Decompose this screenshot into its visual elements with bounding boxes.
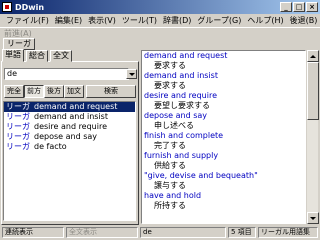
status-count: 5 項目 <box>228 227 256 238</box>
entry-definition: 完了する <box>154 141 186 150</box>
search-history-dropdown[interactable] <box>126 69 137 79</box>
scroll-down-button[interactable] <box>307 212 319 224</box>
close-button[interactable]: × <box>306 2 318 12</box>
entry-headword[interactable]: depose and say <box>142 111 305 121</box>
entry-headword[interactable]: demand and insist <box>142 71 305 81</box>
arrow-up-icon <box>310 54 316 58</box>
tab-fulltext[interactable]: 全文 <box>50 50 72 62</box>
result-term: demand and insist <box>34 112 108 121</box>
result-term: demand and request <box>34 102 118 111</box>
vertical-scrollbar[interactable] <box>306 50 319 224</box>
maximize-button[interactable]: □ <box>293 2 305 12</box>
menu-help[interactable]: ヘルプ(H) <box>244 15 286 26</box>
result-dictionary: リーガ <box>6 132 30 141</box>
status-fulltext-display: 全文表示 <box>66 227 138 238</box>
result-row[interactable]: リーガ de facto <box>4 142 135 152</box>
tab-combined[interactable]: 総合 <box>26 50 48 62</box>
entry-headword[interactable]: desire and require <box>142 91 305 101</box>
result-row[interactable]: リーガ desire and require <box>4 122 135 132</box>
entry-definition: 要望し要求する <box>154 101 210 110</box>
menu-file[interactable]: ファイル(F) <box>3 15 52 26</box>
status-dictionary: リーガル用語集 <box>258 227 318 238</box>
entry-definition: 所持する <box>154 201 186 210</box>
result-term: depose and say <box>34 132 98 141</box>
entry-definition: 譲与する <box>154 181 186 190</box>
result-dictionary: リーガ <box>6 142 30 151</box>
arrow-down-icon <box>310 216 316 220</box>
result-list[interactable]: リーガ demand and request リーガ demand and insi… <box>3 101 136 221</box>
result-dictionary: リーガ <box>6 112 30 121</box>
menu-tools[interactable]: ツール(T) <box>119 15 160 26</box>
status-continuous-display[interactable]: 連続表示 <box>2 227 64 238</box>
search-input[interactable]: de <box>4 68 129 80</box>
menu-view[interactable]: 表示(V) <box>85 15 119 26</box>
entry-definition: 申し述べる <box>154 121 194 130</box>
window-title: DDwin <box>15 2 45 12</box>
minimize-button[interactable]: _ <box>280 2 292 12</box>
title-bar: DDwin _ □ × <box>0 0 320 14</box>
entry-headword[interactable]: furnish and supply <box>142 151 305 161</box>
entry-headword[interactable]: "give, devise and bequeath" <box>142 171 305 181</box>
suffix-match-button[interactable]: 後方 <box>44 85 64 98</box>
menu-edit[interactable]: 編集(E) <box>52 15 85 26</box>
result-row[interactable]: リーガ demand and insist <box>4 112 135 122</box>
result-dictionary: リーガ <box>6 122 30 131</box>
menu-bar: ファイル(F) 編集(E) 表示(V) ツール(T) 辞書(D) グループ(G)… <box>0 14 320 27</box>
entry-definition: 要求する <box>154 81 186 90</box>
scroll-up-button[interactable] <box>307 50 319 62</box>
definition-pane[interactable]: demand and request 要求する demand and insis… <box>141 50 306 224</box>
result-term: de facto <box>34 142 67 151</box>
result-dictionary: リーガ <box>6 102 30 111</box>
chevron-down-icon <box>128 72 135 76</box>
conditional-match-button[interactable]: 加文 <box>64 85 84 98</box>
menu-dictionary[interactable]: 辞書(D) <box>160 15 194 26</box>
toolbar: 前進(A) <box>0 27 320 38</box>
result-row[interactable]: リーガ depose and say <box>4 132 135 142</box>
entry-headword[interactable]: finish and complete <box>142 131 305 141</box>
exact-match-button[interactable]: 完全 <box>4 85 24 98</box>
menu-group[interactable]: グループ(G) <box>194 15 244 26</box>
menu-back[interactable]: 後退(B) <box>287 15 320 26</box>
entry-definition: 要求する <box>154 61 186 70</box>
entry-definition: 供給する <box>154 161 186 170</box>
status-bar: 連続表示 全文表示 de 5 項目 リーガル用語集 <box>0 225 320 240</box>
entry-headword[interactable]: demand and request <box>142 51 305 61</box>
prefix-match-button[interactable]: 前方 <box>24 85 44 98</box>
tab-word[interactable]: 単語 <box>2 49 24 62</box>
search-button[interactable]: 検索 <box>86 85 136 98</box>
app-icon[interactable] <box>2 2 12 12</box>
result-row[interactable]: リーガ demand and request <box>4 102 135 112</box>
scroll-thumb[interactable] <box>307 62 319 120</box>
result-term: desire and require <box>34 122 108 131</box>
entry-headword[interactable]: have and hold <box>142 191 305 201</box>
status-query: de <box>140 227 226 238</box>
